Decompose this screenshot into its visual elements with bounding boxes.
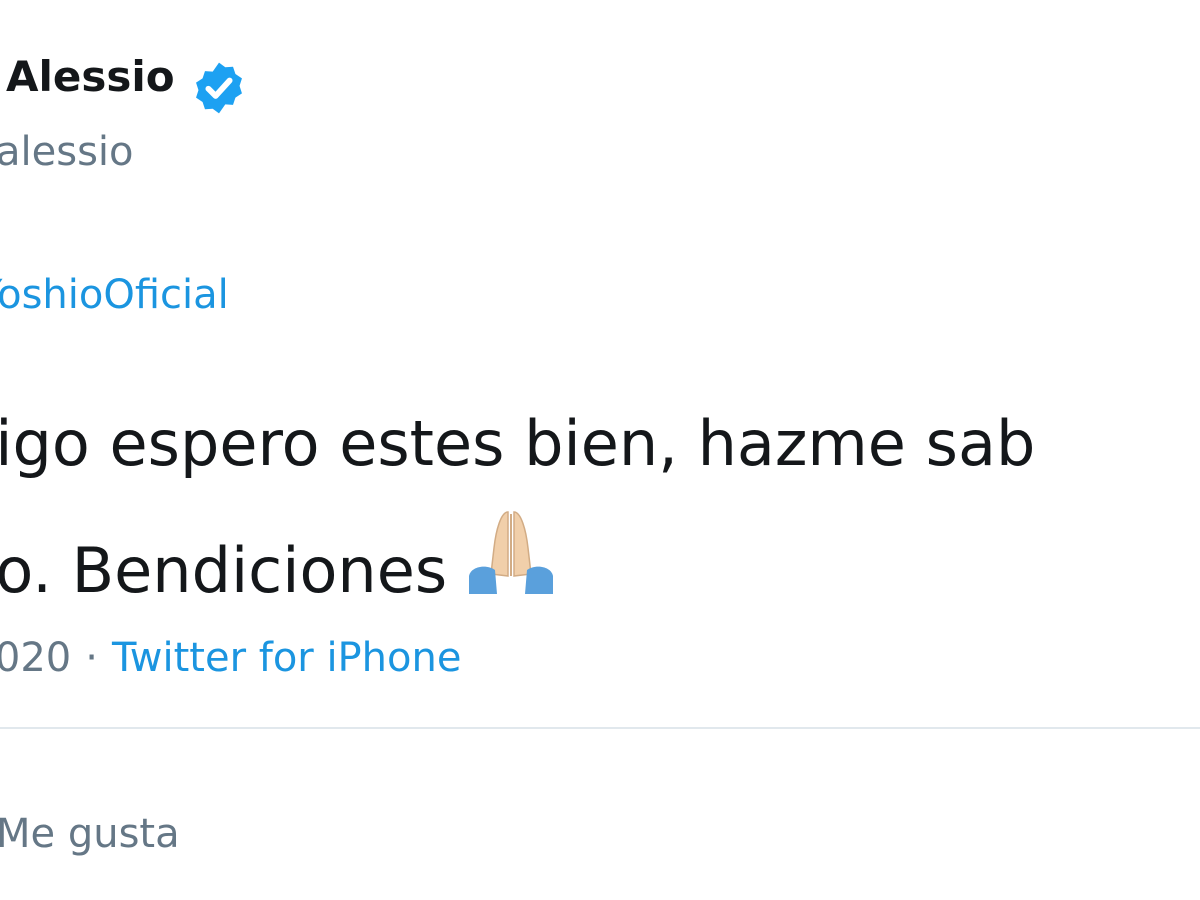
tweet-text-line-2: go. Bendiciones — [0, 534, 448, 607]
tweet-date[interactable]: . 2020 — [0, 635, 71, 681]
divider — [0, 727, 1200, 729]
meta-separator: · — [85, 635, 98, 681]
tweet-card: Alessio alessio YoshioOficial nigo esper… — [0, 0, 1200, 900]
reply-to-line: YoshioOficial — [0, 275, 229, 315]
tweet-source-link[interactable]: Twitter for iPhone — [112, 635, 462, 681]
tweet-text-line: nigo espero estes bien, hazme sab — [0, 407, 1036, 480]
user-handle[interactable]: alessio — [0, 132, 134, 172]
tweet-text: nigo espero estes bien, hazme sab go. Be… — [0, 388, 1035, 627]
tweet-text-line: go. Bendiciones — [0, 500, 1035, 627]
likes-label[interactable]: Me gusta — [0, 814, 180, 854]
reply-to-link[interactable]: YoshioOficial — [0, 272, 229, 318]
folded-hands-icon — [469, 511, 554, 594]
display-name[interactable]: Alessio — [6, 56, 175, 98]
verified-badge-icon — [196, 62, 242, 114]
tweet-meta: . 2020 · Twitter for iPhone — [0, 638, 461, 678]
